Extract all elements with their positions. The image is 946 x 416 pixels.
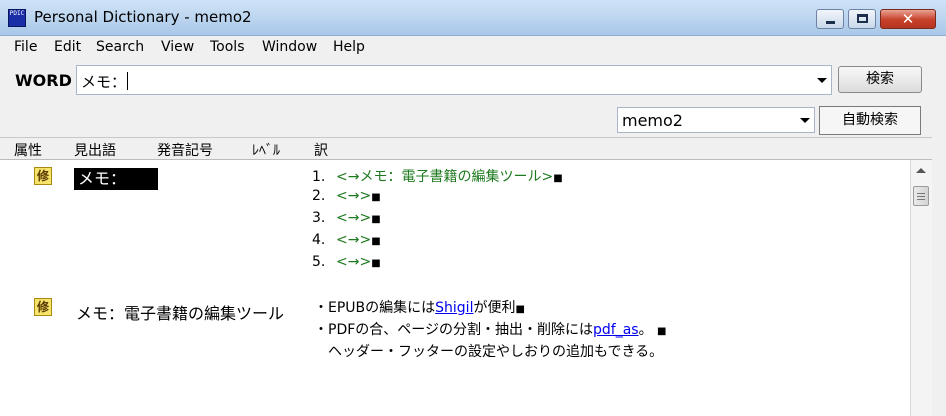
cross-reference-link[interactable]: <→メモ：電子書籍の編集ツール> [336, 169, 553, 185]
dictionary-toolbar: memo2 自動検索 [0, 102, 946, 138]
translation-line: 1. <→メモ：電子書籍の編集ツール>■ [312, 166, 563, 186]
app-icon: PDIC [8, 9, 26, 27]
translation-text: ヘッダー・フッターの設定やしおりの追加もできる。 [328, 344, 664, 360]
cross-reference-link[interactable]: <→> [336, 188, 371, 204]
translation-number: 4. [312, 232, 326, 248]
close-button[interactable]: ✕ [880, 9, 936, 29]
search-button[interactable]: 検索 [838, 66, 922, 93]
chevron-down-icon [800, 118, 810, 123]
maximize-button[interactable] [848, 9, 876, 29]
end-marker: ■ [553, 173, 563, 184]
translation-line: 4. <→>■ [312, 232, 381, 248]
minimize-button[interactable] [816, 9, 844, 29]
end-marker: ■ [371, 214, 381, 225]
headword[interactable]: メモ：電子書籍の編集ツール [76, 300, 284, 324]
menu-tools[interactable]: Tools [210, 39, 245, 55]
scroll-up-arrow-icon[interactable] [912, 162, 930, 180]
translation-line: ・PDFの合、ページの分割・抽出・削除にはpdf_as。 ■ [314, 319, 666, 339]
headword-selected[interactable]: メモ： [74, 168, 158, 190]
end-marker: ■ [371, 236, 381, 247]
window-title: Personal Dictionary - memo2 [34, 8, 252, 26]
auto-search-button[interactable]: 自動検索 [819, 106, 921, 135]
vertical-scrollbar[interactable] [910, 160, 932, 416]
translation-text: ・PDFの合、ページの分割・抽出・削除には [314, 322, 593, 338]
column-level[interactable]: ﾚﾍﾞﾙ [252, 140, 280, 160]
translation-number: 2. [312, 188, 326, 204]
column-attribute[interactable]: 属性 [14, 140, 42, 160]
menu-help[interactable]: Help [333, 39, 365, 55]
modified-attribute-icon: 修 [34, 167, 52, 185]
text-caret [127, 72, 129, 90]
title-bar: PDIC Personal Dictionary - memo2 ✕ [0, 0, 946, 36]
minimize-icon [826, 21, 835, 24]
cross-reference-link[interactable]: <→> [336, 210, 371, 226]
translation-line: ヘッダー・フッターの設定やしおりの追加もできる。 [328, 341, 663, 361]
end-marker: ■ [371, 192, 381, 203]
menu-view[interactable]: View [161, 39, 194, 55]
maximize-icon [857, 14, 868, 23]
end-marker: ■ [371, 258, 381, 269]
translation-number: 5. [312, 254, 326, 270]
menu-bar: File Edit Search View Tools Window Help [0, 36, 946, 60]
column-pronunciation[interactable]: 発音記号 [157, 140, 213, 160]
translation-text: ・EPUBの編集には [314, 300, 436, 316]
translation-number: 1. [312, 169, 326, 185]
translation-number: 3. [312, 210, 326, 226]
pdf-as-link[interactable]: pdf_as [593, 322, 639, 338]
column-header: 属性 見出語 発音記号 ﾚﾍﾞﾙ 訳 [0, 138, 946, 160]
close-icon: ✕ [901, 10, 915, 28]
word-input[interactable]: メモ： [76, 65, 832, 95]
translation-text: 。 [638, 322, 653, 338]
window-frame-edge [932, 60, 946, 416]
history-dropdown-icon[interactable] [817, 78, 827, 83]
menu-edit[interactable]: Edit [54, 39, 81, 55]
menu-file[interactable]: File [14, 39, 37, 55]
translation-line: 2. <→>■ [312, 188, 381, 204]
modified-attribute-icon: 修 [34, 298, 52, 316]
translation-line: 3. <→>■ [312, 210, 381, 226]
word-input-value: メモ： [81, 73, 127, 91]
translation-text: が便利 [473, 300, 516, 316]
results-pane: 修 メモ： 1. <→メモ：電子書籍の編集ツール>■ 2. <→>■ 3. <→>■ … [0, 160, 910, 416]
end-marker: ■ [657, 326, 667, 337]
menu-window[interactable]: Window [262, 39, 317, 55]
translation-line: ・EPUBの編集にはShigilが便利■ [314, 297, 525, 317]
end-marker: ■ [515, 304, 525, 315]
shigil-link[interactable]: Shigil [435, 300, 473, 316]
column-headword[interactable]: 見出語 [74, 140, 116, 160]
cross-reference-link[interactable]: <→> [336, 254, 371, 270]
cross-reference-link[interactable]: <→> [336, 232, 371, 248]
scrollbar-thumb[interactable] [913, 186, 929, 206]
translation-line: 5. <→>■ [312, 254, 381, 270]
menu-search[interactable]: Search [96, 39, 144, 55]
column-translation[interactable]: 訳 [314, 140, 328, 160]
dictionary-select-value: memo2 [622, 111, 683, 130]
word-label: WORD [15, 71, 72, 90]
search-toolbar: WORD メモ： 検索 [0, 60, 946, 102]
dictionary-select[interactable]: memo2 [617, 107, 815, 133]
